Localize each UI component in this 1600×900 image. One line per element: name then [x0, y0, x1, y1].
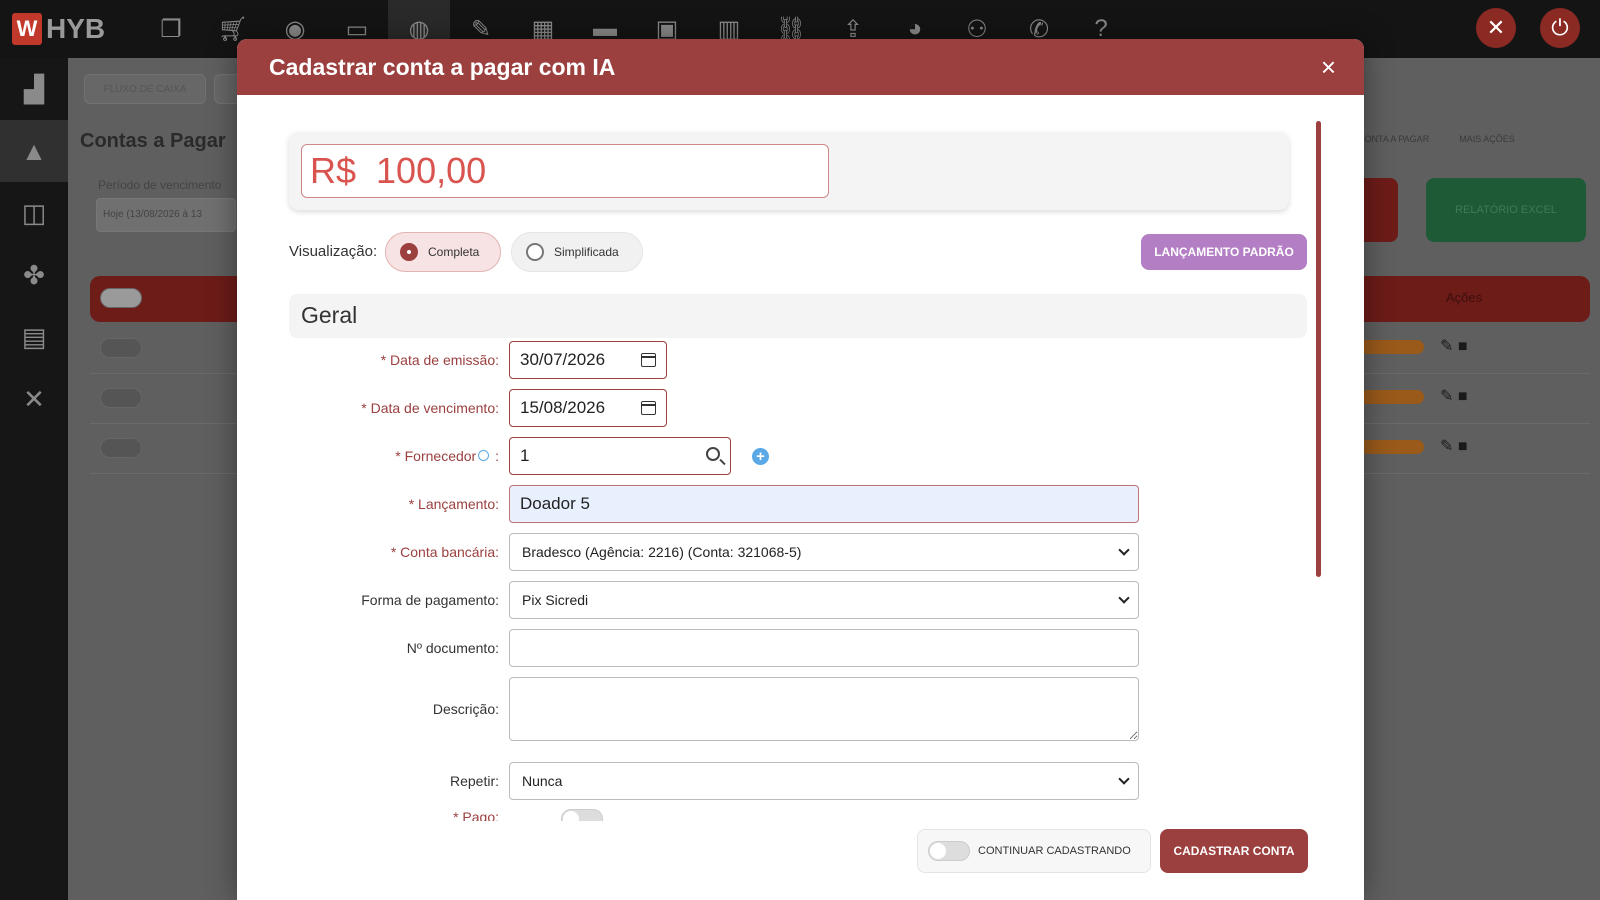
- info-icon[interactable]: [478, 450, 490, 461]
- documents-icon[interactable]: ❐: [140, 0, 202, 58]
- chevron-down-icon: [1118, 773, 1130, 785]
- row-fornecedor: * Fornecedor : 1 +: [289, 437, 1329, 475]
- fornecedor-input[interactable]: 1: [509, 437, 731, 475]
- continuar-cadastrando-toggle[interactable]: [928, 841, 970, 861]
- row-toggle[interactable]: [100, 388, 142, 408]
- row-repetir: Repetir: Nunca: [289, 762, 1329, 800]
- bg-link-conta[interactable]: CONTA A PAGAR: [1358, 134, 1429, 144]
- search-icon[interactable]: [706, 447, 720, 461]
- row-descricao: Descrição:: [289, 677, 1329, 741]
- people-icon[interactable]: ✤: [0, 244, 68, 306]
- continuar-cadastrando-label: CONTINUAR CADASTRANDO: [978, 845, 1131, 857]
- top-actions: ✕ ⏻: [1476, 8, 1580, 48]
- calendar-icon[interactable]: [641, 353, 656, 367]
- app-logo[interactable]: W HYB: [0, 13, 140, 45]
- status-badge: [1360, 340, 1424, 354]
- power-icon[interactable]: ⏻: [1540, 8, 1580, 48]
- row-documento: Nº documento:: [289, 629, 1329, 667]
- forma-pagamento-value: Pix Sicredi: [522, 592, 589, 608]
- row-forma-pagamento: Forma de pagamento: Pix Sicredi: [289, 581, 1329, 619]
- descricao-label: Descrição:: [432, 701, 499, 717]
- radio-selected-icon: [400, 243, 418, 261]
- documento-label: Nº documento:: [406, 640, 499, 656]
- radio-completa[interactable]: Completa: [385, 232, 501, 272]
- row-lancamento: * Lançamento: Doador 5: [289, 485, 1329, 523]
- add-fornecedor-icon[interactable]: +: [752, 448, 769, 465]
- descricao-textarea[interactable]: [509, 677, 1139, 741]
- bg-period-input[interactable]: Hoje (13/08/2026 à 13: [96, 198, 236, 232]
- data-emissao-input[interactable]: 30/07/2026: [509, 341, 667, 379]
- data-vencimento-input[interactable]: 15/08/2026: [509, 389, 667, 427]
- bg-link-mais[interactable]: MAIS AÇÕES: [1459, 134, 1515, 144]
- data-emissao-value: 30/07/2026: [520, 350, 606, 369]
- radio-simplificada-label: Simplificada: [554, 245, 619, 259]
- wrench-icon[interactable]: ✕: [0, 368, 68, 430]
- cadastrar-conta-button[interactable]: CADASTRAR CONTA: [1160, 829, 1308, 873]
- logo-mark-icon: W: [12, 13, 42, 45]
- status-badge: [1360, 390, 1424, 404]
- row-pago: * Pago:: [289, 809, 689, 821]
- bg-acoes-header: Ações: [1446, 290, 1483, 305]
- chevron-down-icon: [1118, 544, 1130, 556]
- repetir-label: Repetir:: [449, 773, 499, 789]
- lancamento-padrao-button[interactable]: LANÇAMENTO PADRÃO: [1141, 234, 1307, 270]
- amount-input[interactable]: [301, 144, 829, 198]
- row-toggle[interactable]: [100, 438, 142, 458]
- edit-icon[interactable]: ✎ ■: [1440, 386, 1468, 406]
- forma-pagamento-select[interactable]: Pix Sicredi: [509, 581, 1139, 619]
- mountain-icon[interactable]: ▲: [0, 120, 68, 182]
- logo-text: HYB: [46, 13, 106, 44]
- row-data-vencimento: * Data de vencimento: 15/08/2026: [289, 389, 1329, 427]
- repetir-select[interactable]: Nunca: [509, 762, 1139, 800]
- bg-links: CONTA A PAGAR MAIS AÇÕES: [1358, 134, 1515, 144]
- bg-excel-button[interactable]: RELATÓRIO EXCEL: [1426, 178, 1586, 242]
- lancamento-label: * Lançamento:: [408, 496, 499, 512]
- amount-box: [289, 132, 1289, 210]
- documento-input[interactable]: [509, 629, 1139, 667]
- data-emissao-label: * Data de emissão:: [380, 352, 499, 368]
- modal-title: Cadastrar conta a pagar com IA: [269, 53, 616, 80]
- sidebar: ▟ ▲ ◫ ✤ ▤ ✕: [0, 58, 68, 900]
- conta-bancaria-select[interactable]: Bradesco (Agência: 2216) (Conta: 321068-…: [509, 533, 1139, 571]
- section-geral-title: Geral: [289, 294, 1307, 338]
- lancamento-input[interactable]: Doador 5: [509, 485, 1139, 523]
- fornecedor-label: * Fornecedor :: [395, 448, 499, 464]
- chart-icon[interactable]: ▟: [0, 58, 68, 120]
- forma-pagamento-label: Forma de pagamento:: [361, 592, 499, 608]
- data-vencimento-label: * Data de vencimento:: [361, 400, 499, 416]
- radio-unselected-icon: [526, 243, 544, 261]
- bg-period-label: Período de vencimento: [98, 178, 222, 192]
- row-conta-bancaria: * Conta bancária: Bradesco (Agência: 221…: [289, 533, 1329, 571]
- edit-icon[interactable]: ✎ ■: [1440, 336, 1468, 356]
- bg-select-all-toggle[interactable]: [100, 288, 142, 308]
- conta-bancaria-value: Bradesco (Agência: 2216) (Conta: 321068-…: [522, 544, 802, 560]
- cadastrar-conta-modal: Cadastrar conta a pagar com IA × Visuali…: [237, 39, 1364, 900]
- data-vencimento-value: 15/08/2026: [520, 398, 606, 417]
- radio-completa-label: Completa: [428, 245, 480, 259]
- radio-simplificada[interactable]: Simplificada: [511, 232, 643, 272]
- tools-icon[interactable]: ✕: [1476, 8, 1516, 48]
- modal-header: Cadastrar conta a pagar com IA ×: [237, 39, 1364, 95]
- edit-icon[interactable]: ✎ ■: [1440, 436, 1468, 456]
- status-badge: [1360, 440, 1424, 454]
- close-icon[interactable]: ×: [1321, 52, 1336, 82]
- file-icon[interactable]: ▤: [0, 306, 68, 368]
- pago-label: * Pago:: [453, 809, 499, 821]
- fornecedor-value: 1: [520, 446, 530, 465]
- bg-page-title: Contas a Pagar: [80, 130, 226, 152]
- calendar-icon[interactable]: [641, 401, 656, 415]
- repetir-value: Nunca: [522, 773, 563, 789]
- continuar-cadastrando-box: CONTINUAR CADASTRANDO: [917, 829, 1151, 873]
- bag-icon[interactable]: ◫: [0, 182, 68, 244]
- visualizacao-label: Visualização:: [289, 243, 378, 260]
- row-data-emissao: * Data de emissão: 30/07/2026: [289, 341, 1329, 379]
- chevron-down-icon: [1118, 592, 1130, 604]
- bg-tab-fluxo[interactable]: FLUXO DE CAIXA: [84, 74, 206, 104]
- pago-toggle[interactable]: [561, 809, 603, 821]
- row-toggle[interactable]: [100, 338, 142, 358]
- conta-bancaria-label: * Conta bancária:: [390, 544, 499, 560]
